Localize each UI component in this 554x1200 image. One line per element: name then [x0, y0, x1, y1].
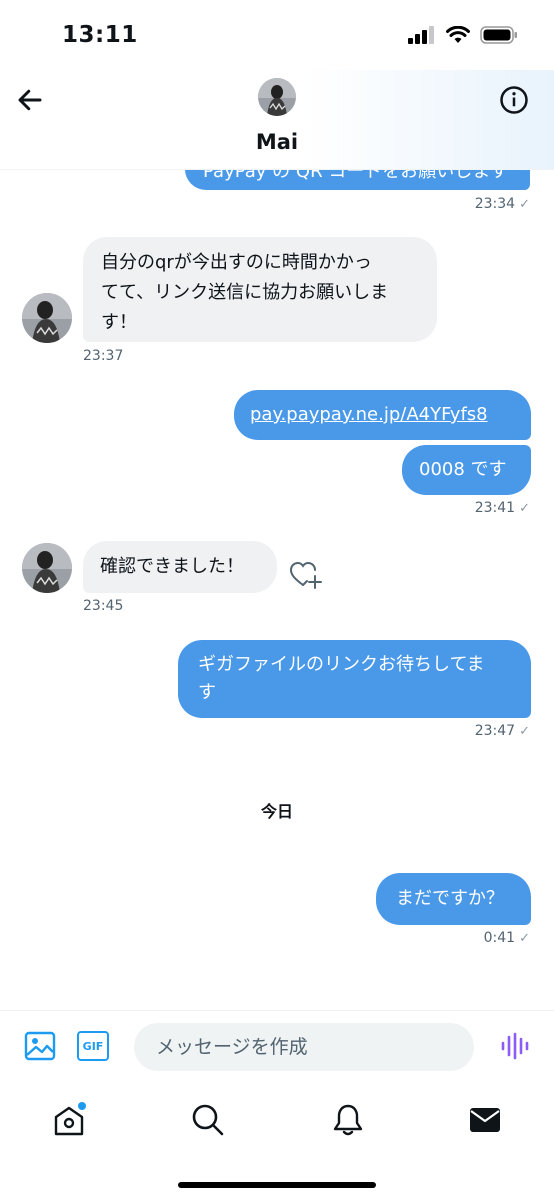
conversation-name[interactable]: Mai	[0, 130, 554, 154]
gif-button[interactable]: GIF	[76, 1029, 110, 1063]
status-bar: 13:11	[0, 0, 554, 70]
battery-icon	[480, 26, 517, 44]
avatar-image	[258, 78, 296, 116]
message-input[interactable]: メッセージを作成	[134, 1023, 474, 1071]
tab-home[interactable]	[47, 1098, 91, 1142]
message-composer: GIF メッセージを作成	[0, 1010, 554, 1084]
message-timestamp: 23:34 ✓	[474, 196, 530, 212]
message-text: PayPay の QR コードをお願いします	[203, 170, 509, 182]
message-timestamp: 23:37	[83, 348, 124, 364]
heart-plus-icon	[289, 561, 322, 589]
message-timestamp: 23:47 ✓	[474, 723, 530, 739]
tab-notifications[interactable]	[326, 1098, 370, 1142]
status-icons	[408, 26, 518, 44]
message-outgoing[interactable]: PayPay の QR コードをお願いします	[185, 170, 530, 190]
image-icon	[24, 1031, 56, 1061]
message-line: ギガファイルのリンクお待ちしてま	[198, 654, 485, 675]
react-button[interactable]	[289, 560, 323, 590]
message-outgoing[interactable]: ギガファイルのリンクお待ちしてま す	[178, 640, 531, 718]
search-icon	[192, 1104, 224, 1136]
read-check-icon: ✓	[519, 724, 530, 739]
message-text: 0008 です	[419, 459, 507, 480]
home-indicator[interactable]	[178, 1182, 376, 1188]
wifi-icon	[446, 26, 470, 43]
home-icon	[54, 1102, 86, 1136]
signal-icon	[408, 26, 434, 44]
message-text: 確認できました！	[100, 556, 244, 577]
message-line: 自分のqrが今出すのに時間かかっ	[101, 252, 372, 273]
tab-messages[interactable]	[463, 1098, 507, 1142]
message-timestamp: 0:41 ✓	[483, 930, 530, 946]
voice-message-button[interactable]	[498, 1029, 532, 1063]
info-button[interactable]	[498, 84, 530, 116]
message-text: まだですか？	[396, 888, 504, 909]
header-avatar[interactable]	[258, 78, 296, 116]
bell-icon	[333, 1104, 363, 1136]
message-incoming[interactable]: 自分のqrが今出すのに時間かかっ てて、リンク送信に協力お願いしま す！	[83, 237, 437, 342]
message-line: す	[198, 682, 216, 703]
message-line: てて、リンク送信に協力お願いしま	[101, 282, 389, 303]
gif-icon: GIF	[77, 1031, 109, 1061]
read-check-icon: ✓	[519, 931, 530, 946]
conversation-header: Mai	[0, 70, 554, 170]
mail-icon	[470, 1108, 500, 1132]
sender-avatar[interactable]	[22, 293, 72, 343]
image-button[interactable]	[23, 1029, 57, 1063]
message-incoming[interactable]: 確認できました！	[83, 541, 277, 593]
message-timestamp: 23:45	[83, 598, 124, 614]
read-check-icon: ✓	[519, 501, 530, 516]
message-link[interactable]: pay.paypay.ne.jp/A4YFyfs8	[250, 404, 488, 425]
arrow-left-icon	[18, 89, 42, 111]
info-icon	[500, 86, 528, 114]
avatar-image	[22, 293, 72, 343]
message-outgoing[interactable]: pay.paypay.ne.jp/A4YFyfs8	[234, 390, 531, 440]
status-time: 13:11	[62, 22, 138, 48]
back-button[interactable]	[12, 82, 48, 118]
message-outgoing[interactable]: まだですか？	[376, 873, 531, 925]
date-divider: 今日	[260, 802, 293, 821]
tab-bar	[0, 1084, 554, 1200]
message-outgoing[interactable]: 0008 です	[402, 445, 531, 495]
message-list[interactable]: PayPay の QR コードをお願いします 23:34 ✓ 自分のqrが今出すの…	[0, 170, 554, 1010]
message-timestamp: 23:41 ✓	[474, 500, 530, 516]
avatar-image	[22, 543, 72, 593]
voice-wave-icon	[501, 1032, 529, 1060]
sender-avatar[interactable]	[22, 543, 72, 593]
read-check-icon: ✓	[519, 197, 530, 212]
tab-search[interactable]	[186, 1098, 230, 1142]
message-line: す！	[101, 312, 137, 333]
